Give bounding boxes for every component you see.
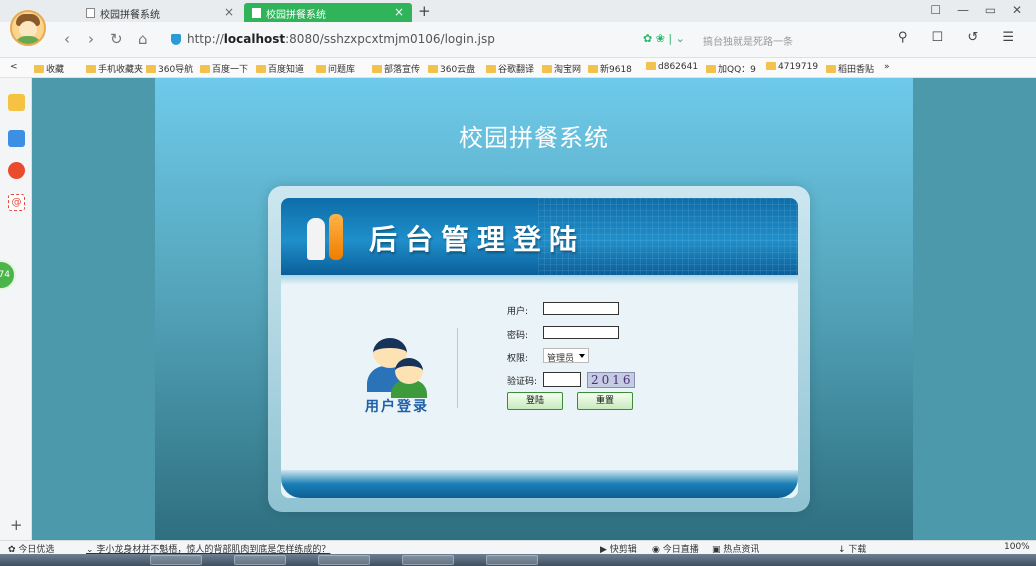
status-bar: ✿ 今日优选 ⌄ 李小龙身材并不魁梧，惊人的背部肌肉到底是怎样练成的？ ▶ 快剪… (0, 540, 1036, 555)
zoom-level[interactable]: 100% (1004, 542, 1030, 552)
shield-icon (171, 34, 181, 45)
new-tab-button[interactable]: + (418, 2, 431, 20)
tab-bar: 校园拼餐系统 × 校园拼餐系统 × + ☐ — ▭ ✕ (0, 0, 1036, 22)
login-panel: 后台管理登陆 用户登录 用户: 密码: 权限: 管理员 验证码: 2016 登陆… (281, 198, 798, 498)
bookmark-item[interactable]: 稻田香贴 (826, 62, 874, 75)
page-viewport: 校园拼餐系统 后台管理登陆 用户登录 用户: 密码: 权限: 管理员 验证码: … (32, 78, 1036, 540)
bookmark-item[interactable]: 360云盘 (428, 62, 475, 75)
tab-inactive[interactable]: 校园拼餐系统 × (78, 3, 242, 22)
bookmark-item[interactable]: 加QQ：9 (706, 62, 756, 75)
users-icon (367, 338, 427, 398)
tab-title: 校园拼餐系统 (100, 10, 160, 21)
add-icon[interactable]: + (10, 516, 23, 534)
notes-icon[interactable] (8, 130, 25, 147)
login-header: 后台管理登陆 (281, 198, 798, 275)
page-icon (252, 8, 261, 18)
weibo-icon[interactable] (8, 162, 25, 179)
user-avatar[interactable] (10, 10, 46, 46)
bookmark-item[interactable]: 淘宝网 (542, 62, 581, 75)
login-panel-frame: 后台管理登陆 用户登录 用户: 密码: 权限: 管理员 验证码: 2016 登陆… (268, 186, 810, 512)
bookmark-item[interactable]: d862641 (646, 62, 698, 72)
bookmark-scroll-left-icon[interactable]: < (10, 62, 18, 72)
taskbar (0, 554, 1036, 566)
user-login-label: 用户登录 (365, 399, 429, 415)
button-row: 登陆 重置 (507, 392, 727, 410)
captcha-input[interactable] (543, 372, 581, 387)
password-row: 密码: (507, 326, 727, 342)
user-row: 用户: (507, 302, 727, 318)
back-icon[interactable]: ‹ (64, 30, 70, 48)
bookmark-item[interactable]: 手机收藏夹 (86, 62, 143, 75)
toolbar-icons[interactable]: ⚲ ☐ ↺ ☰ (898, 30, 1024, 45)
login-footer (281, 470, 798, 498)
role-row: 权限: 管理员 (507, 348, 727, 365)
close-icon[interactable]: × (394, 5, 404, 19)
tab-active[interactable]: 校园拼餐系统 × (244, 3, 412, 22)
home-icon[interactable]: ⌂ (138, 30, 148, 48)
bookmark-item[interactable]: 新9618 (588, 62, 632, 75)
more-bookmarks-icon[interactable]: » (884, 62, 890, 72)
captcha-image[interactable]: 2016 (587, 372, 635, 388)
taskbar-item[interactable] (318, 555, 370, 565)
password-input[interactable] (543, 326, 619, 339)
url-field[interactable]: http://localhost:8080/sshzxpcxtmjm0106/l… (165, 28, 925, 52)
extension-icons[interactable]: ✿ ❀ | ⌄ (643, 32, 685, 45)
reset-button[interactable]: 重置 (577, 392, 633, 410)
sidebar-badge[interactable]: 74 (0, 260, 16, 290)
close-icon[interactable]: × (224, 5, 234, 19)
window-controls[interactable]: ☐ — ▭ ✕ (930, 3, 1028, 17)
wrench-icon (307, 218, 325, 260)
left-sidebar: @ 74 + (0, 78, 32, 540)
bookmark-item[interactable]: 部落宣传 (372, 62, 420, 75)
search-hint[interactable]: 搞台独就是死路一条 (703, 33, 793, 48)
taskbar-item[interactable] (402, 555, 454, 565)
screwdriver-icon (329, 214, 343, 260)
bookmark-item[interactable]: 百度知道 (256, 62, 304, 75)
bookmark-item[interactable]: 问题库 (316, 62, 355, 75)
mail-icon[interactable]: @ (8, 194, 25, 211)
captcha-label: 验证码: (507, 377, 538, 387)
star-icon[interactable] (8, 94, 25, 111)
refresh-icon[interactable]: ↻ (110, 30, 123, 48)
role-label: 权限: (507, 354, 529, 364)
taskbar-item[interactable] (486, 555, 538, 565)
bookmark-item[interactable]: 360导航 (146, 62, 193, 75)
address-bar: ‹ › ↻ ⌂ http://localhost:8080/sshzxpcxtm… (0, 22, 1036, 58)
tab-title: 校园拼餐系统 (266, 10, 326, 21)
bookmark-item[interactable]: 谷歌翻译 (486, 62, 534, 75)
role-select[interactable]: 管理员 (543, 348, 589, 364)
bookmark-item[interactable]: 4719719 (766, 62, 818, 72)
username-input[interactable] (543, 302, 619, 315)
login-button[interactable]: 登陆 (507, 392, 563, 410)
user-label: 用户: (507, 307, 529, 317)
bookmark-bar: < 收藏 手机收藏夹 360导航 百度一下 百度知道 问题库 部落宣传 360云… (0, 58, 1036, 78)
page-icon (86, 8, 95, 18)
captcha-row: 验证码: 2016 (507, 372, 727, 388)
taskbar-item[interactable] (150, 555, 202, 565)
bookmark-item[interactable]: 百度一下 (200, 62, 248, 75)
login-header-title: 后台管理登陆 (369, 223, 586, 256)
forward-icon[interactable]: › (88, 30, 94, 48)
password-label: 密码: (507, 331, 529, 341)
divider (457, 328, 458, 408)
taskbar-item[interactable] (234, 555, 286, 565)
bookmark-item[interactable]: 收藏 (34, 62, 64, 75)
page-title: 校园拼餐系统 (459, 124, 609, 152)
chevron-down-icon (579, 354, 585, 358)
url-text[interactable]: http://localhost:8080/sshzxpcxtmjm0106/l… (187, 32, 495, 46)
